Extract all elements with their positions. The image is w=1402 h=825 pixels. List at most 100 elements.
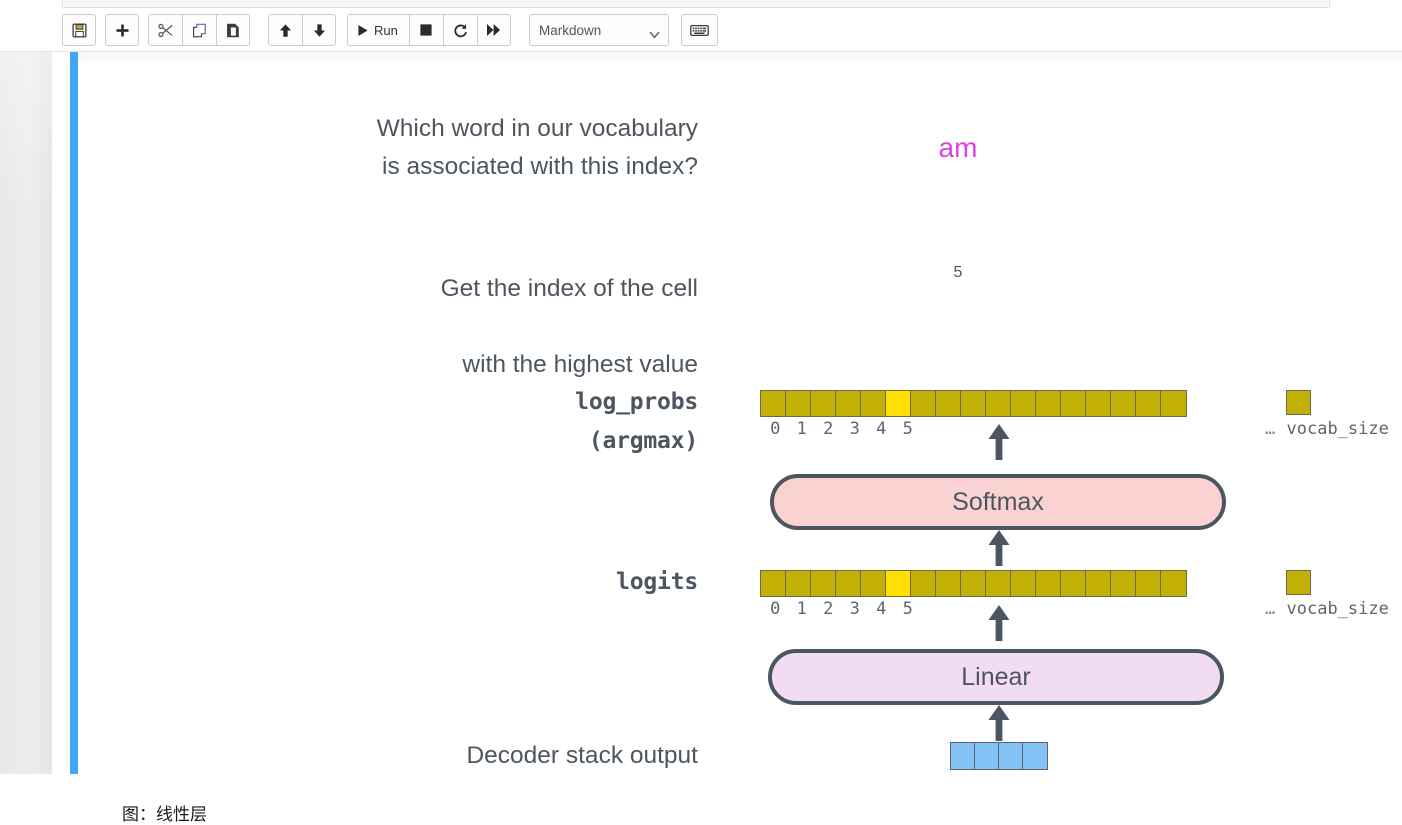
restart-kernel-button[interactable] [442,14,477,46]
vocab-cell [1086,391,1111,416]
vocab-cell [1111,571,1136,596]
logits-index-labels: 012345 [762,599,921,619]
interrupt-kernel-button[interactable] [408,14,443,46]
linear-label: Linear [961,662,1031,691]
logits-tail-label: … vocab_size [1265,599,1389,619]
vocab-cell [811,391,836,416]
figure-caption: 图：线性层 [122,805,207,825]
question-which-word-line: is associated with this index? [382,153,698,180]
log-probs-row-label: log_probs [575,389,698,415]
run-button-label: Run [374,22,398,38]
plus-icon [115,23,130,38]
log-probs-vocab-bar: 012345 … vocab_size [760,390,1389,439]
vocab-index-label: 0 [770,419,781,439]
left-gutter-shade [0,52,52,774]
vocab-cell [961,571,986,596]
toolbar-group-file [62,14,96,46]
question-which-word-line: Which word in our vocabulary [376,115,698,142]
vocab-cell [1061,391,1086,416]
toolbar-group-run: Run [347,14,511,46]
toolbar-group-insert [105,14,139,46]
linear-op-box: Linear [768,649,1224,705]
command-palette-button[interactable] [681,14,718,46]
arrow-up-softmax-to-logprobs-icon [986,424,1012,460]
vocab-cell [761,391,786,416]
vocab-cell [1136,571,1161,596]
vocab-cell [911,571,936,596]
run-cell-button[interactable]: Run [347,14,409,46]
vocab-cell [786,571,811,596]
vocab-cell [861,571,886,596]
log-probs-index-labels: 012345 [762,419,921,439]
cut-off-toolbar-fragment [62,0,1330,8]
vocab-cell-highlighted [886,571,911,596]
log-probs-vocab-size-label: vocab_size [1286,419,1389,439]
arrow-up-linear-to-logits-icon [986,605,1012,641]
arrow-down-icon [312,23,327,38]
paste-cell-button[interactable] [216,14,250,46]
vocab-cell [936,571,961,596]
vocab-cell [911,391,936,416]
restart-circular-arrow-icon [453,23,468,38]
vocab-index-label: 2 [823,599,834,619]
notebook-body: Which word in our vocabulary is associate… [0,52,1402,825]
move-cell-up-button[interactable] [268,14,302,46]
vocab-cell [936,391,961,416]
decoder-output-cell [951,743,975,769]
vocab-index-label: 3 [849,419,860,439]
log-probs-tail-cell [1286,390,1311,415]
vocab-cell [986,391,1011,416]
vocab-cell [836,571,861,596]
vocab-index-label: 1 [796,419,807,439]
vocab-cell [761,571,786,596]
paste-icon [225,23,241,38]
vocab-cell [1161,571,1186,596]
vocab-cell [1161,391,1186,416]
selected-cell-marker[interactable] [70,52,78,774]
decoder-output-cell [1023,743,1047,769]
cut-cell-button[interactable] [148,14,182,46]
arrow-up-icon [278,23,293,38]
save-icon [71,22,87,38]
vocab-index-label: 5 [902,599,913,619]
decoder-stack-output-label: Decoder stack output [466,742,698,769]
answer-argmax-value: 5 [953,264,963,281]
answer-word-value: am [938,132,978,163]
vocab-cell [786,391,811,416]
toolbar-group-clipboard [148,14,250,46]
logits-cells [760,570,1187,597]
toolbar-group-palette [681,14,718,46]
move-cell-down-button[interactable] [302,14,336,46]
vocab-cell [1086,571,1111,596]
vocab-index-label: 4 [876,419,887,439]
log-probs-cells [760,390,1187,417]
vocab-cell [1036,391,1061,416]
save-button[interactable] [62,14,96,46]
fast-forward-icon [486,23,501,37]
vocab-cell [1111,391,1136,416]
decoder-output-cell [999,743,1023,769]
logits-tail-cell [1286,570,1311,595]
arrow-up-logits-to-softmax-icon [986,530,1012,566]
vocab-cell [961,391,986,416]
copy-cell-button[interactable] [182,14,216,46]
toolbar-group-move [268,14,336,46]
play-icon [357,24,369,37]
vocab-index-label: 0 [770,599,781,619]
question-argmax-mono: (argmax) [588,428,698,454]
cell-type-select[interactable]: CodeMarkdownRaw NBConvertHeading [529,14,669,46]
decoder-output-cell [975,743,999,769]
insert-cell-below-button[interactable] [105,14,139,46]
restart-and-run-all-button[interactable] [476,14,511,46]
notebook-toolbar: Run Markdown [0,8,1402,52]
keyboard-icon [690,24,709,37]
copy-icon [192,23,208,38]
vocab-cell [1136,391,1161,416]
vocab-cell [1011,571,1036,596]
question-which-word-label: Which word in our vocabulary is associate… [78,110,698,186]
vocab-cell-highlighted [886,391,911,416]
cut-off-toolbar-strip [0,0,1402,8]
logits-vocab-bar: 012345 … vocab_size [760,570,1389,619]
vocab-cell [836,391,861,416]
vocab-cell [861,391,886,416]
